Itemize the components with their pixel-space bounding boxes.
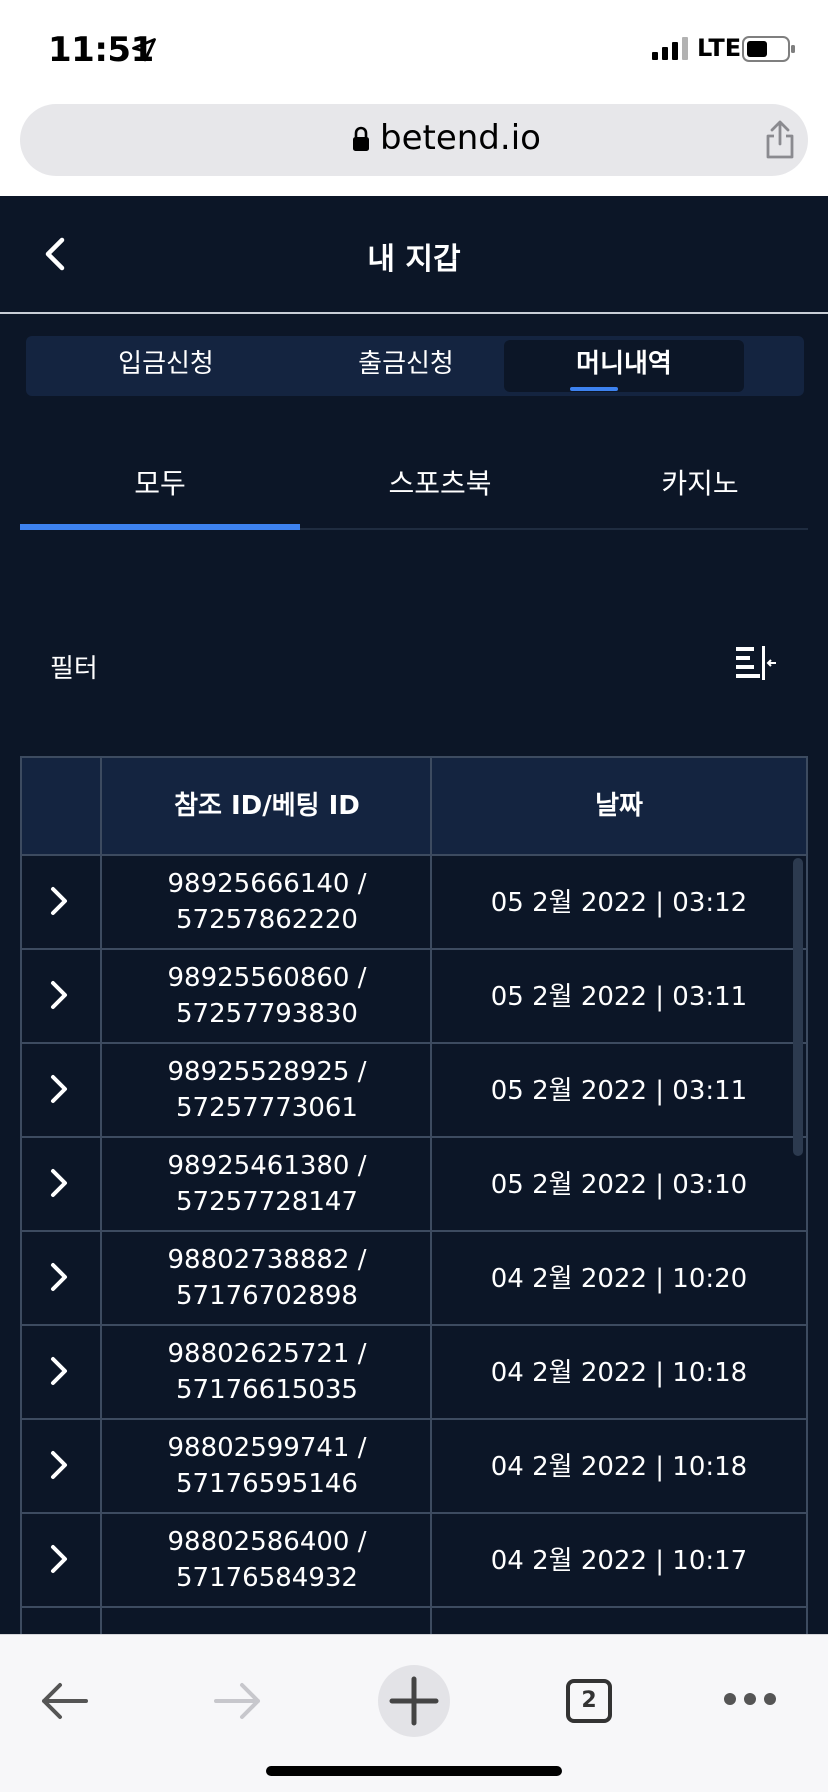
column-header-reference-id: 참조 ID/베팅 ID	[174, 791, 360, 821]
bet-id-line: 57257793830	[176, 999, 358, 1029]
reference-id: 98802738882 / 57176702898	[102, 1242, 432, 1314]
category-tabs: 모두 스포츠북 카지노	[20, 444, 808, 530]
filter-collapse-icon[interactable]	[734, 644, 778, 682]
transactions-table: 참조 ID/베팅 ID 날짜 98925666140 / 57257862220 0…	[20, 756, 808, 1634]
transaction-date: 05 2월 2022 | 03:11	[490, 1076, 748, 1106]
forward-arrow-icon[interactable]	[212, 1679, 264, 1723]
table-row[interactable]: 98802586400 / 57176584932 04 2월 2022 | 10:…	[22, 1514, 806, 1608]
bet-id-line: 57176595146	[176, 1469, 358, 1499]
filter-label: 필터	[50, 654, 98, 684]
transaction-date: 05 2월 2022 | 03:11	[490, 982, 748, 1012]
new-tab-button[interactable]	[378, 1665, 450, 1737]
reference-id: 98925461380 / 57257728147	[102, 1148, 432, 1220]
table-row[interactable]: 98802599741 / 57176595146 04 2월 2022 | 10:…	[22, 1420, 806, 1514]
more-menu-icon[interactable]	[722, 1691, 778, 1707]
bet-id-line: 57257728147	[176, 1187, 358, 1217]
lock-icon	[353, 126, 369, 151]
back-arrow-icon[interactable]	[38, 1679, 90, 1723]
reference-id: 98925528925 / 57257773061	[102, 1054, 432, 1126]
tabs-count-button[interactable]: 2	[566, 1679, 612, 1723]
network-type: LTE	[697, 34, 742, 62]
reference-id-line: 98802586400 /	[167, 1527, 367, 1557]
reference-id: 98802599741 / 57176595146	[102, 1430, 432, 1502]
plus-icon	[389, 1676, 439, 1726]
reference-id: 98925666140 / 57257862220	[102, 866, 432, 938]
transaction-date: 04 2월 2022 | 10:18	[490, 1452, 748, 1482]
active-tab-indicator	[570, 387, 618, 391]
reference-id-line: 98802738882 /	[167, 1245, 367, 1275]
table-row[interactable]: 98925528925 / 57257773061 05 2월 2022 | 03:…	[22, 1044, 806, 1138]
signal-icon	[652, 37, 688, 60]
url-text: betend.io	[380, 118, 541, 158]
reference-id: 98802586400 / 57176584932	[102, 1524, 432, 1596]
transaction-date: 04 2월 2022 | 10:17	[490, 1546, 748, 1576]
reference-id-line: 98925560860 /	[167, 963, 367, 993]
expand-chevron-icon[interactable]	[50, 1074, 68, 1104]
table-row[interactable]: 98925560860 / 57257793830 05 2월 2022 | 03:…	[22, 950, 806, 1044]
bet-id-line: 57176615035	[176, 1375, 358, 1405]
reference-id-line: 98925461380 /	[167, 1151, 367, 1181]
table-row[interactable]: 98802625721 / 57176615035 04 2월 2022 | 10:…	[22, 1326, 806, 1420]
reference-id: 98925560860 / 57257793830	[102, 960, 432, 1032]
transaction-date: 05 2월 2022 | 03:10	[490, 1170, 748, 1200]
table-header: 참조 ID/베팅 ID 날짜	[22, 756, 806, 856]
reference-id: 98802625721 / 57176615035	[102, 1336, 432, 1408]
column-divider	[430, 756, 432, 1634]
table-row[interactable]: 98802738882 / 57176702898 04 2월 2022 | 10:…	[22, 1232, 806, 1326]
tab-withdraw-request[interactable]: 출금신청	[286, 336, 526, 396]
wallet-page: 내 지갑 입금신청 출금신청 머니내역 모두 스포츠북 카지노 필터 참조 ID…	[0, 196, 828, 1634]
reference-id-line: 98925666140 /	[167, 869, 367, 899]
tab-money-history[interactable]: 머니내역	[504, 340, 744, 392]
share-icon[interactable]	[762, 118, 798, 160]
address-bar[interactable]: betend.io	[20, 104, 808, 176]
bet-id-line: 57176584932	[176, 1563, 358, 1593]
table-row[interactable]: 98925666140 / 57257862220 05 2월 2022 | 03:…	[22, 856, 806, 950]
category-tab-sportsbook[interactable]: 스포츠북	[300, 444, 580, 524]
home-indicator	[266, 1766, 562, 1776]
bet-id-line: 57257862220	[176, 905, 358, 935]
category-tab-casino[interactable]: 카지노	[600, 444, 800, 524]
reference-id-line: 98802599741 /	[167, 1433, 367, 1463]
expand-chevron-icon[interactable]	[50, 1450, 68, 1480]
battery-icon	[742, 36, 795, 62]
tab-deposit-request[interactable]: 입금신청	[46, 336, 286, 396]
bet-id-line: 57257773061	[176, 1093, 358, 1123]
page-header: 내 지갑	[0, 196, 828, 314]
status-bar: 11:51 LTE	[0, 0, 828, 96]
column-header-date: 날짜	[595, 791, 643, 821]
page-title: 내 지갑	[367, 242, 461, 277]
bet-id-line: 57176702898	[176, 1281, 358, 1311]
transaction-date: 04 2월 2022 | 10:20	[490, 1264, 748, 1294]
expand-chevron-icon[interactable]	[50, 1356, 68, 1386]
expand-chevron-icon[interactable]	[50, 1168, 68, 1198]
table-row[interactable]: 98925461380 / 57257728147 05 2월 2022 | 03:…	[22, 1138, 806, 1232]
expand-chevron-icon[interactable]	[50, 886, 68, 916]
category-tab-all[interactable]: 모두	[20, 444, 300, 524]
expand-chevron-icon[interactable]	[50, 980, 68, 1010]
segment-tabs: 입금신청 출금신청 머니내역	[26, 336, 804, 396]
expand-chevron-icon[interactable]	[50, 1262, 68, 1292]
category-active-indicator	[20, 524, 300, 530]
expand-chevron-icon[interactable]	[50, 1544, 68, 1574]
location-arrow-icon	[132, 38, 156, 62]
column-divider	[100, 756, 102, 1634]
reference-id-line: 98802625721 /	[167, 1339, 367, 1369]
scrollbar[interactable]	[793, 858, 803, 1156]
transaction-date: 05 2월 2022 | 03:12	[490, 888, 748, 918]
reference-id-line: 98925528925 /	[167, 1057, 367, 1087]
transaction-date: 04 2월 2022 | 10:18	[490, 1358, 748, 1388]
